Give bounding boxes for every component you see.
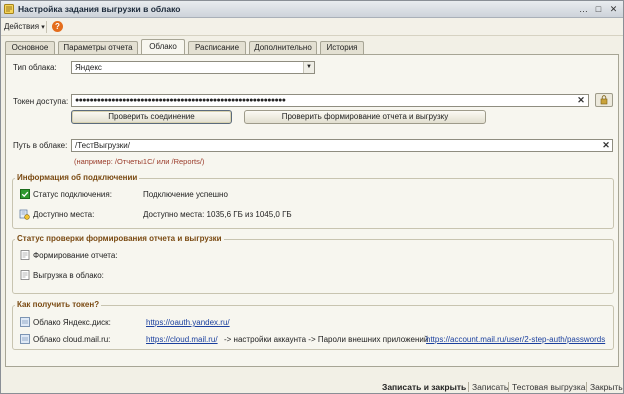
window-title: Настройка задания выгрузки в облако (18, 4, 181, 14)
save-and-close-button[interactable]: Записать и закрыть (382, 382, 466, 392)
access-token-input[interactable]: ●●●●●●●●●●●●●●●●●●●●●●●●●●●●●●●●●●●●●●●●… (71, 94, 589, 107)
save-button[interactable]: Записать (472, 382, 508, 392)
mailru-cloud-link[interactable]: https://cloud.mail.ru/ (146, 335, 218, 344)
report-formation-label: Формирование отчета: (33, 251, 118, 260)
footer-divider (468, 382, 469, 392)
test-upload-button[interactable]: Тестовая выгрузка (512, 382, 585, 392)
cloud-path-input[interactable]: /ТестВыгрузки/ (71, 139, 613, 152)
connection-info-group (12, 178, 614, 229)
cloud-path-label: Путь в облаке: (13, 141, 68, 150)
clear-path-icon[interactable]: ✕ (601, 140, 611, 151)
cloud-type-select[interactable]: Яндекс (71, 61, 315, 74)
actions-menu-label: Действия (4, 22, 40, 31)
help-icon[interactable]: ? (52, 21, 63, 32)
cloud-path-hint: (например: /Отчеты1С/ или /Reports/) (74, 157, 205, 166)
mailru-cloud-icon (20, 334, 30, 344)
mailru-cloud-label: Облако cloud.mail.ru: (33, 335, 111, 344)
upload-document-icon (20, 270, 30, 280)
settings-window: Настройка задания выгрузки в облако … □ … (0, 0, 624, 394)
footer-divider (508, 382, 509, 392)
tab-cloud[interactable]: Облако (141, 39, 185, 55)
close-button[interactable]: Закрыть (590, 382, 623, 392)
lock-icon[interactable] (595, 93, 613, 107)
cloud-type-value: Яндекс (75, 63, 102, 72)
menu-divider (46, 21, 47, 33)
check-connection-button[interactable]: Проверить соединение (71, 110, 232, 124)
actions-menu[interactable]: Действия ▾ (4, 22, 45, 31)
connection-info-title: Информация об подключении (15, 173, 140, 182)
token-help-title: Как получить токен? (15, 300, 102, 309)
clear-token-icon[interactable]: ✕ (576, 95, 586, 106)
title-bar[interactable]: Настройка задания выгрузки в облако … □ … (1, 1, 623, 18)
tab-history[interactable]: История (320, 41, 364, 55)
connection-status-value: Подключение успешно (143, 190, 228, 199)
menu-bar: Действия ▾ ? (1, 18, 623, 36)
access-token-value: ●●●●●●●●●●●●●●●●●●●●●●●●●●●●●●●●●●●●●●●●… (75, 97, 286, 104)
yandex-disk-label: Облако Яндекс.диск: (33, 318, 111, 327)
cloud-upload-label: Выгрузка в облако: (33, 271, 104, 280)
tab-additional[interactable]: Дополнительно (249, 41, 317, 55)
report-check-title: Статус проверки формирования отчета и вы… (15, 234, 224, 243)
chevron-down-icon: ▾ (41, 24, 45, 31)
close-window-icon[interactable]: ✕ (608, 4, 619, 14)
cloud-tab-panel: Тип облака: Яндекс ▼ Токен доступа: ●●●●… (5, 54, 619, 367)
chevron-down-icon[interactable]: ▼ (303, 62, 314, 73)
report-document-icon (20, 250, 30, 260)
check-report-upload-button[interactable]: Проверить формирование отчета и выгрузку (244, 110, 486, 124)
disk-space-icon (19, 209, 30, 220)
cloud-path-value: /ТестВыгрузки/ (75, 141, 130, 150)
tab-schedule[interactable]: Расписание (188, 41, 246, 55)
tab-main[interactable]: Основное (5, 41, 55, 55)
mailru-passwords-link[interactable]: https://account.mail.ru/user/2-step-auth… (426, 335, 605, 344)
access-token-label: Токен доступа: (13, 97, 69, 106)
mailru-instructions: -> настройки аккаунта -> Пароли внешних … (224, 335, 429, 344)
available-space-label: Доступно места: (33, 210, 95, 219)
report-check-group (12, 239, 614, 294)
available-space-value: Доступно места: 1035,6 ГБ из 1045,0 ГБ (143, 210, 292, 219)
connection-status-label: Статус подключения: (33, 190, 112, 199)
maximize-icon[interactable]: □ (593, 4, 604, 14)
yandex-oauth-link[interactable]: https://oauth.yandex.ru/ (146, 318, 230, 327)
footer-divider (586, 382, 587, 392)
app-1c-icon (4, 4, 14, 14)
checkbox-checked-icon (20, 189, 30, 199)
tab-report-params[interactable]: Параметры отчета (58, 41, 138, 55)
cloud-type-label: Тип облака: (13, 63, 57, 72)
more-icon[interactable]: … (578, 4, 589, 14)
yandex-cloud-icon (20, 317, 30, 327)
